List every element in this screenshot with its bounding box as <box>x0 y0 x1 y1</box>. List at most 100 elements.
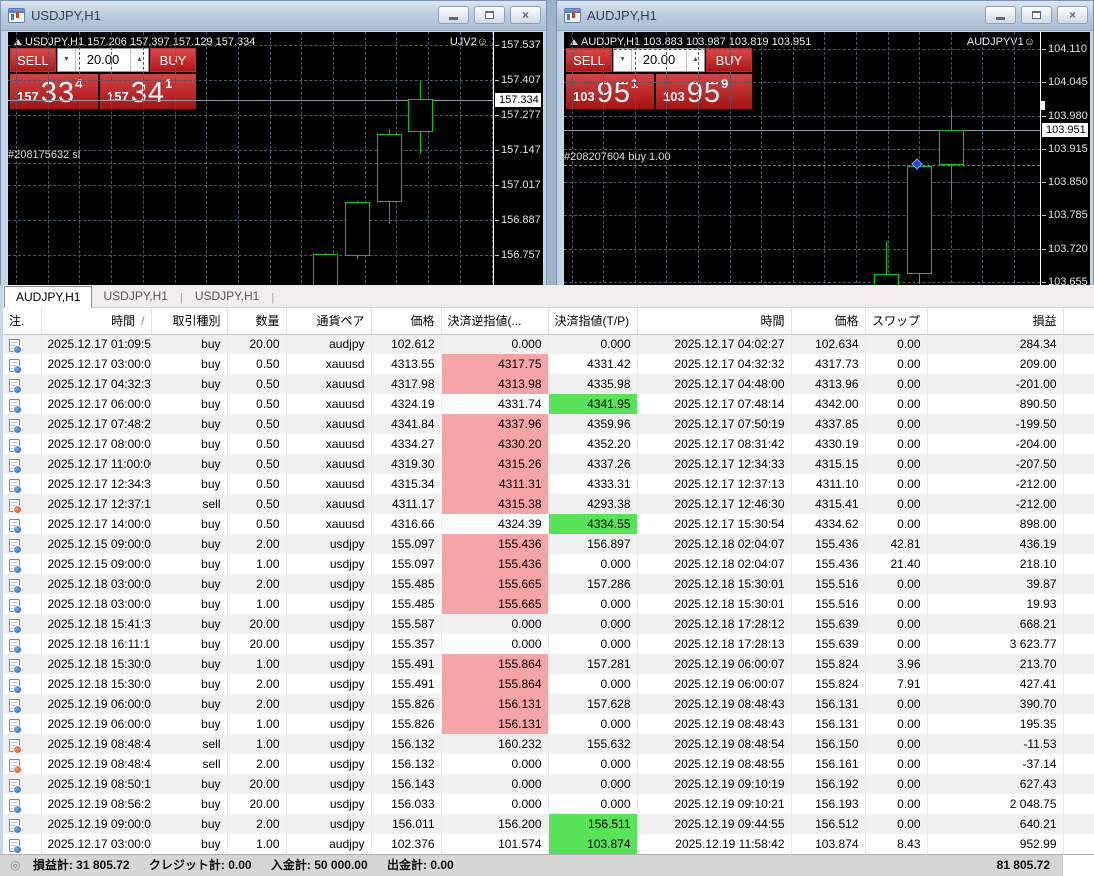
restore-button[interactable] <box>474 6 505 24</box>
note-cell <box>3 654 42 674</box>
table-row[interactable]: 2025.12.17 14:00:00 buy 0.50 xauusd 4316.66 4… <box>3 514 1094 534</box>
cell-close_price: 156.192 <box>791 774 866 794</box>
scale-label: 103.785 <box>1042 209 1088 221</box>
chart-plot-audjpy[interactable]: AUDJPY,H1 103.883 103.987 103.819 103.95… <box>564 32 1040 285</box>
note-cell <box>3 774 42 794</box>
table-row[interactable]: 2025.12.19 08:50:16 buy 20.00 usdjpy 156.143… <box>3 774 1094 794</box>
volume-down-icon[interactable]: ▼ <box>58 49 76 71</box>
volume-down-icon[interactable]: ▼ <box>614 49 632 71</box>
cell-swap: 0.00 <box>865 714 928 734</box>
buy-order-icon <box>9 839 22 854</box>
gridline-vertical <box>824 32 826 285</box>
table-row[interactable]: 2025.12.19 08:48:43 sell 1.00 usdjpy 156.132… <box>3 734 1094 754</box>
table-row[interactable]: 2025.12.17 11:00:00 buy 0.50 xauusd 4319.30 4… <box>3 454 1094 474</box>
table-row[interactable]: 2025.12.17 04:32:32 buy 0.50 xauusd 4317.98 4… <box>3 374 1094 394</box>
sell-button[interactable]: SELL <box>566 48 612 72</box>
table-row[interactable]: 2025.12.18 16:11:17 buy 20.00 usdjpy 155.357… <box>3 634 1094 654</box>
column-header-tp[interactable]: 決済指値(T/P) <box>548 308 638 335</box>
table-row[interactable]: 2025.12.18 15:30:01 buy 1.00 usdjpy 155.491 1… <box>3 654 1094 674</box>
price-scale-audjpy[interactable]: 104.110 104.045 103.980 103.915 103.850 103.7… <box>1040 32 1090 285</box>
cell-tp: 0.000 <box>548 334 638 354</box>
column-header-symbol[interactable]: 通貨ペア <box>286 308 372 335</box>
titlebar-audjpy[interactable]: AUDJPY,H1 × <box>557 1 1093 31</box>
cell-open_time: 2025.12.17 04:32:32 <box>41 374 152 394</box>
cell-profit: 390.70 <box>927 694 1064 714</box>
table-row[interactable]: 2025.12.15 09:00:00 buy 2.00 usdjpy 155.097 1… <box>3 534 1094 554</box>
cell-profit: 952.99 <box>927 834 1064 854</box>
table-row[interactable]: 2025.12.17 01:09:51 buy 20.00 audjpy 102.612… <box>3 334 1094 354</box>
volume-stepper[interactable]: ▼ 20.00 ▲ <box>57 48 149 72</box>
table-row[interactable]: 2025.12.19 08:48:43 sell 2.00 usdjpy 156.132… <box>3 754 1094 774</box>
ask-price-display[interactable]: 103 95 9 <box>656 74 752 109</box>
buy-button[interactable]: BUY <box>150 48 196 72</box>
note-cell <box>3 814 42 834</box>
bid-price-display[interactable]: 103 95 1 <box>566 74 654 109</box>
cell-open_time: 2025.12.17 11:00:00 <box>41 454 152 474</box>
volume-value[interactable]: 20.00 <box>632 49 686 71</box>
table-row[interactable]: 2025.12.19 08:56:25 buy 20.00 usdjpy 156.033… <box>3 794 1094 814</box>
cell-close_price: 155.824 <box>791 674 866 694</box>
close-button[interactable]: × <box>1057 6 1088 24</box>
table-row[interactable]: 2025.12.17 08:00:01 buy 0.50 xauusd 4334.27 4… <box>3 434 1094 454</box>
cell-close_price: 156.161 <box>791 754 866 774</box>
column-header-open_time[interactable]: 時間 / <box>41 308 152 335</box>
table-row[interactable]: 2025.12.18 15:30:01 buy 2.00 usdjpy 155.491 1… <box>3 674 1094 694</box>
cell-close_price: 4315.15 <box>791 454 866 474</box>
table-row[interactable]: 2025.12.18 15:41:37 buy 20.00 usdjpy 155.587… <box>3 614 1094 634</box>
cell-filler <box>1063 634 1094 654</box>
cell-volume: 20.00 <box>227 794 287 814</box>
cell-type: buy <box>151 474 228 494</box>
candle-body <box>345 202 370 256</box>
gridline-horizontal <box>8 45 493 46</box>
table-row[interactable]: 2025.12.17 03:00:01 buy 1.00 audjpy 102.376 1… <box>3 834 1094 854</box>
cell-tp: 157.628 <box>548 694 638 714</box>
cell-filler <box>1063 374 1094 394</box>
volume-up-icon[interactable]: ▲ <box>686 49 704 71</box>
column-header-close_price[interactable]: 価格 <box>791 308 866 335</box>
volume-stepper[interactable]: ▼ 20.00 ▲ <box>613 48 705 72</box>
column-header-close_time[interactable]: 時間 <box>637 308 792 335</box>
volume-value[interactable]: 20.00 <box>76 49 130 71</box>
cell-type: buy <box>151 454 228 474</box>
column-header-swap[interactable]: スワップ <box>865 308 928 335</box>
table-row[interactable]: 2025.12.18 03:00:01 buy 1.00 usdjpy 155.485 1… <box>3 594 1094 614</box>
table-row[interactable]: 2025.12.17 06:00:00 buy 0.50 xauusd 4324.19 4… <box>3 394 1094 414</box>
column-header-profit[interactable]: 損益 <box>927 308 1064 335</box>
minimize-button[interactable] <box>438 6 469 24</box>
cell-symbol: xauusd <box>286 494 372 514</box>
tab-USDJPY,H1[interactable]: USDJPY,H1 <box>184 286 270 307</box>
tab-USDJPY,H1[interactable]: USDJPY,H1 <box>92 286 178 307</box>
restore-button[interactable] <box>1021 6 1052 24</box>
table-row[interactable]: 2025.12.19 06:00:08 buy 1.00 usdjpy 155.826 1… <box>3 714 1094 734</box>
tab-AUDJPY,H1[interactable]: AUDJPY,H1 <box>4 286 93 308</box>
table-row[interactable]: 2025.12.15 09:00:00 buy 1.00 usdjpy 155.097 1… <box>3 554 1094 574</box>
cell-close_price: 155.824 <box>791 654 866 674</box>
window-title: USDJPY,H1 <box>31 8 101 23</box>
close-button[interactable]: × <box>510 6 541 24</box>
cell-sl: 0.000 <box>441 794 549 814</box>
price-scale-usdjpy[interactable]: 157.537 157.407 157.277 157.147 157.017 156.8… <box>493 32 543 285</box>
cell-tp: 0.000 <box>548 634 638 654</box>
table-row[interactable]: 2025.12.17 12:37:14 sell 0.50 xauusd 4311.17… <box>3 494 1094 514</box>
table-row[interactable]: 2025.12.19 06:00:08 buy 2.00 usdjpy 155.826 1… <box>3 694 1094 714</box>
table-row[interactable]: 2025.12.19 09:00:00 buy 2.00 usdjpy 156.011 1… <box>3 814 1094 834</box>
column-header-note[interactable]: 注. <box>3 308 42 335</box>
column-header-type[interactable]: 取引種別 <box>151 308 228 335</box>
terminal-tabs: AUDJPY,H1 USDJPY,H1 | USDJPY,H1 | <box>3 285 1094 308</box>
chart-plot-usdjpy[interactable]: USDJPY,H1 157.206 157.397 157.129 157.33… <box>8 32 493 285</box>
table-row[interactable]: 2025.12.17 03:00:00 buy 0.50 xauusd 4313.55 4… <box>3 354 1094 374</box>
table-row[interactable]: 2025.12.18 03:00:01 buy 2.00 usdjpy 155.485 1… <box>3 574 1094 594</box>
cell-profit: -212.00 <box>927 494 1064 514</box>
titlebar-usdjpy[interactable]: USDJPY,H1 × <box>1 1 546 31</box>
column-header-sl[interactable]: 決済逆指値(... <box>441 308 549 335</box>
minimize-button[interactable] <box>985 6 1016 24</box>
table-row[interactable]: 2025.12.17 12:34:33 buy 0.50 xauusd 4315.34 4… <box>3 474 1094 494</box>
cell-symbol: xauusd <box>286 454 372 474</box>
table-row[interactable]: 2025.12.17 07:48:25 buy 0.50 xauusd 4341.84 4… <box>3 414 1094 434</box>
column-header-open_price[interactable]: 価格 <box>371 308 442 335</box>
volume-up-icon[interactable]: ▲ <box>130 49 148 71</box>
sell-order-icon <box>9 499 22 514</box>
cell-open_time: 2025.12.19 08:56:25 <box>41 794 152 814</box>
chart-window-usdjpy: USDJPY,H1 × USDJPY,H1 157.206 157.397 15… <box>0 0 547 285</box>
column-header-volume[interactable]: 数量 <box>227 308 287 335</box>
